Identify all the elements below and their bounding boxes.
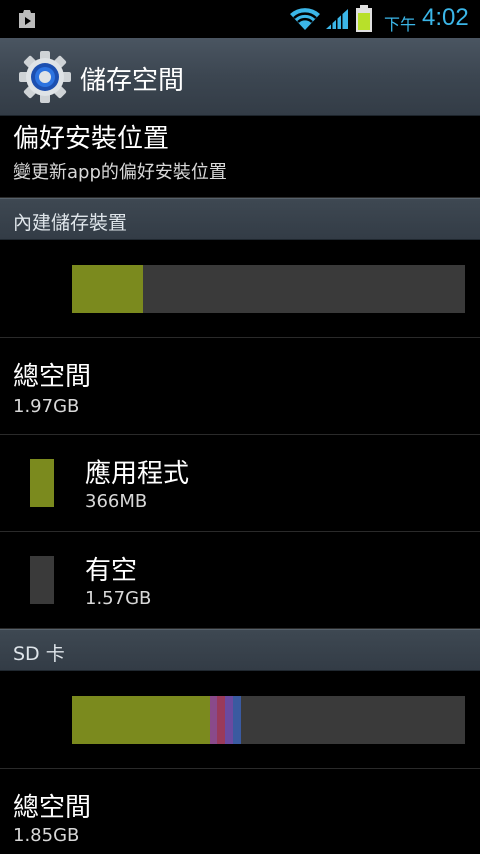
internal-apps-segment [72, 265, 143, 313]
sd-total-title: 總空間 [13, 793, 92, 823]
sd-usage-bar [72, 696, 465, 744]
page-title: 儲存空間 [80, 66, 185, 96]
play-store-notification-icon [19, 10, 35, 28]
status-bar: 下午 4:02 [0, 0, 480, 38]
internal-apps-value: 366MB [85, 491, 148, 512]
sd-card-header: SD 卡 [0, 629, 480, 671]
internal-usage-bar [72, 265, 465, 313]
sd-segment-1 [209, 696, 218, 744]
sd-usage-bar-row [0, 671, 480, 769]
internal-free-value: 1.57GB [85, 588, 152, 609]
sd-total-value: 1.85GB [13, 825, 80, 846]
apps-color-swatch [30, 459, 54, 507]
install-location-subtitle: 變更新app的偏好安裝位置 [13, 162, 227, 183]
sd-card-header-label: SD 卡 [13, 643, 65, 665]
sd-segment-0 [72, 696, 210, 744]
internal-storage-header: 內建儲存裝置 [0, 198, 480, 240]
install-location-title: 偏好安裝位置 [13, 124, 170, 154]
internal-usage-bar-row [0, 240, 480, 338]
battery-charging-icon [356, 5, 372, 32]
sd-segment-4 [233, 696, 241, 744]
sd-segment-2 [217, 696, 226, 744]
signal-icon [326, 8, 348, 30]
internal-total-title: 總空間 [13, 362, 92, 392]
action-bar: 儲存空間 [0, 38, 480, 116]
sd-total-item: 總空間 1.85GB [0, 769, 480, 854]
internal-total-value: 1.97GB [13, 396, 80, 417]
internal-apps-item[interactable]: 應用程式 366MB [0, 435, 480, 532]
internal-free-title: 有空 [85, 556, 138, 586]
internal-free-item: 有空 1.57GB [0, 532, 480, 629]
internal-apps-title: 應用程式 [85, 459, 190, 489]
sd-segment-3 [225, 696, 234, 744]
wifi-icon [290, 8, 320, 30]
status-time: 4:02 [422, 4, 469, 31]
status-ampm: 下午 [384, 15, 417, 34]
free-color-swatch [30, 556, 54, 604]
internal-total-item: 總空間 1.97GB [0, 338, 480, 435]
settings-gear-icon[interactable] [18, 50, 72, 104]
install-location-item[interactable]: 偏好安裝位置 變更新app的偏好安裝位置 [0, 116, 480, 198]
internal-storage-header-label: 內建儲存裝置 [13, 212, 128, 234]
